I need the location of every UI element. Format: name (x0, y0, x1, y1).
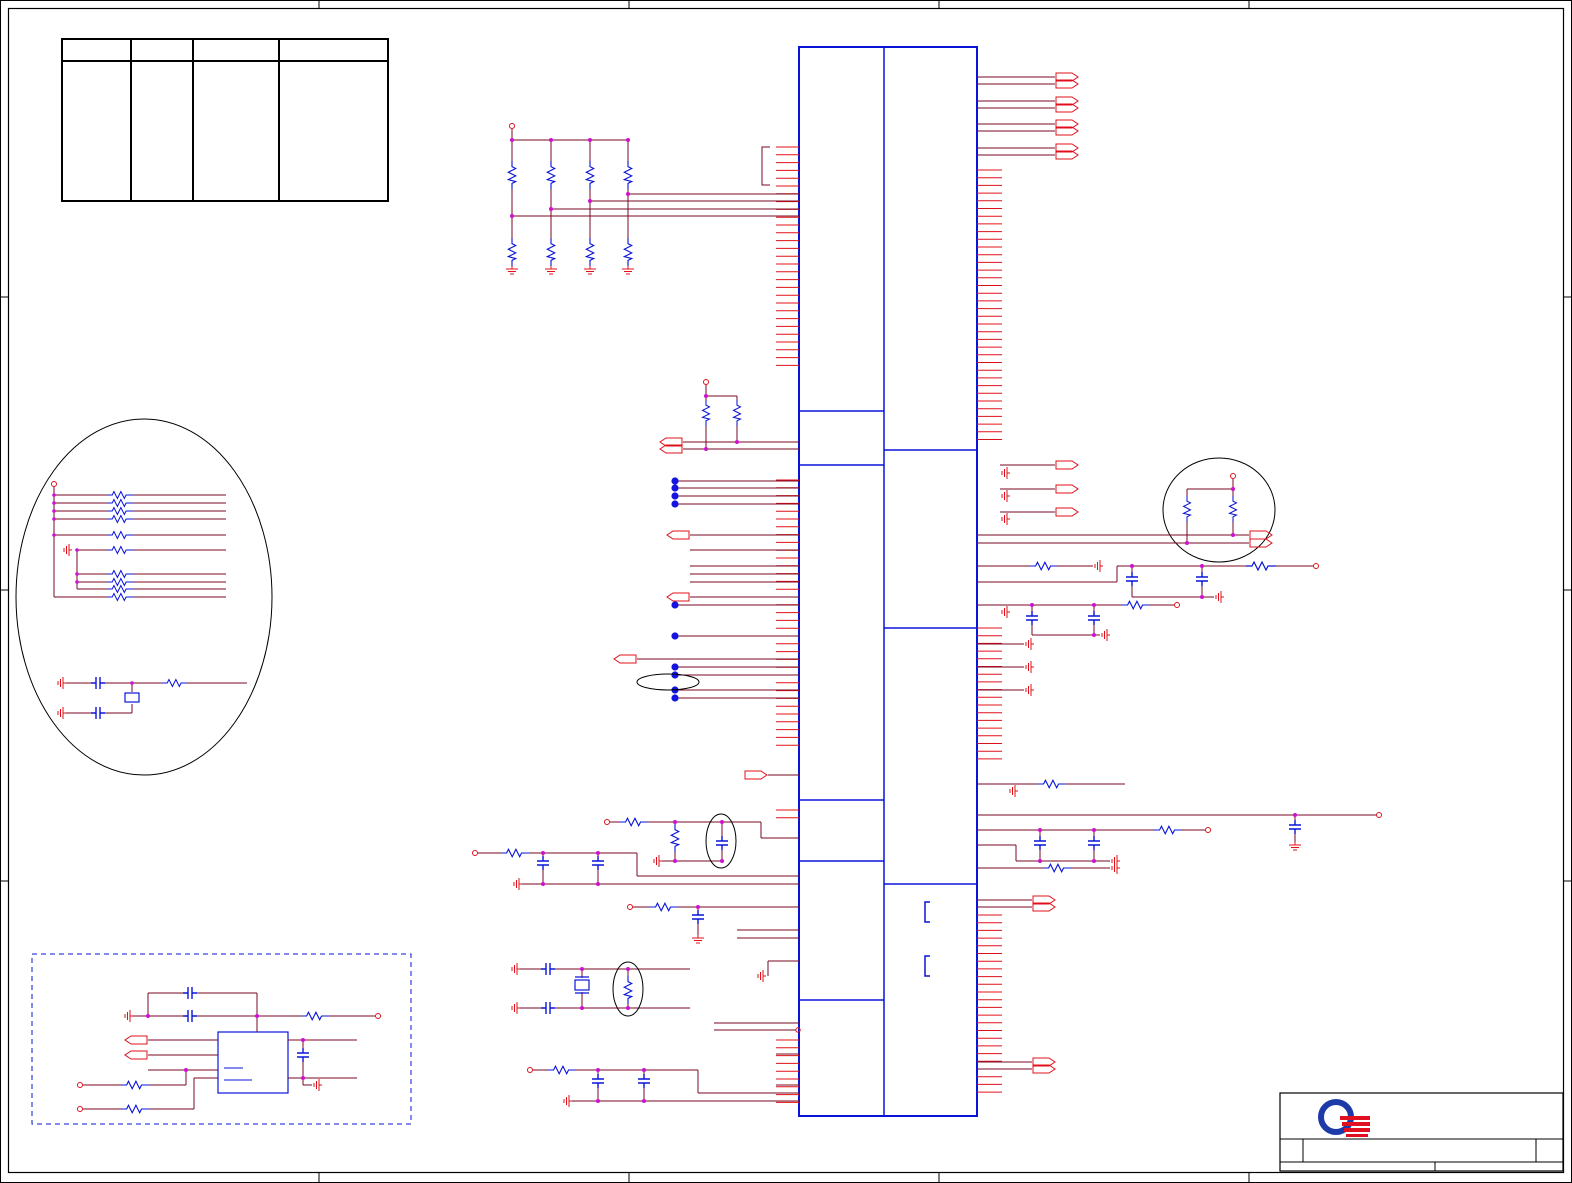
title-block (1279, 1092, 1564, 1172)
resistor-icon (107, 514, 133, 524)
resistor-icon (107, 584, 133, 594)
detail-circle-left (15, 418, 273, 776)
optional-circuit-box (31, 953, 412, 1125)
test-point-node[interactable] (671, 601, 679, 609)
clock-filter-circuits (472, 813, 799, 983)
quanta-logo (1318, 1099, 1370, 1137)
resistor-icon (107, 490, 133, 500)
detail-circle-right (977, 457, 1276, 563)
small-ic (217, 1031, 289, 1094)
revision-table (61, 38, 389, 202)
resistor-icon (107, 545, 133, 555)
schematic-canvas (0, 0, 1572, 1183)
resistor-icon (107, 506, 133, 516)
test-point-node[interactable] (671, 694, 679, 702)
test-point-node[interactable] (671, 663, 679, 671)
test-point-node[interactable] (671, 500, 679, 508)
schematic-sheet (0, 0, 1572, 1183)
pullup-resistor-pair (659, 379, 799, 454)
test-point-node[interactable] (671, 671, 679, 679)
test-point-node[interactable] (671, 477, 679, 485)
crystal-icon (124, 692, 140, 703)
resistor-icon (107, 530, 133, 540)
test-point-node[interactable] (671, 492, 679, 500)
left-signal-wires (613, 530, 799, 780)
resistor-icon (107, 498, 133, 508)
test-point-node[interactable] (671, 484, 679, 492)
resistor-icon (107, 592, 133, 602)
crystal-icon (574, 979, 590, 991)
strap-resistor-array (505, 123, 799, 275)
ic-right-pins (977, 169, 1002, 1093)
ic-left-pins (776, 146, 799, 1103)
sheet-frame (0, 0, 1572, 1183)
resistor-icon (107, 577, 133, 587)
rtc-crystal-circuit (511, 961, 801, 1108)
test-point-node[interactable] (671, 632, 679, 640)
resistor-icon (107, 569, 133, 579)
right-filter-networks (977, 72, 1382, 1074)
